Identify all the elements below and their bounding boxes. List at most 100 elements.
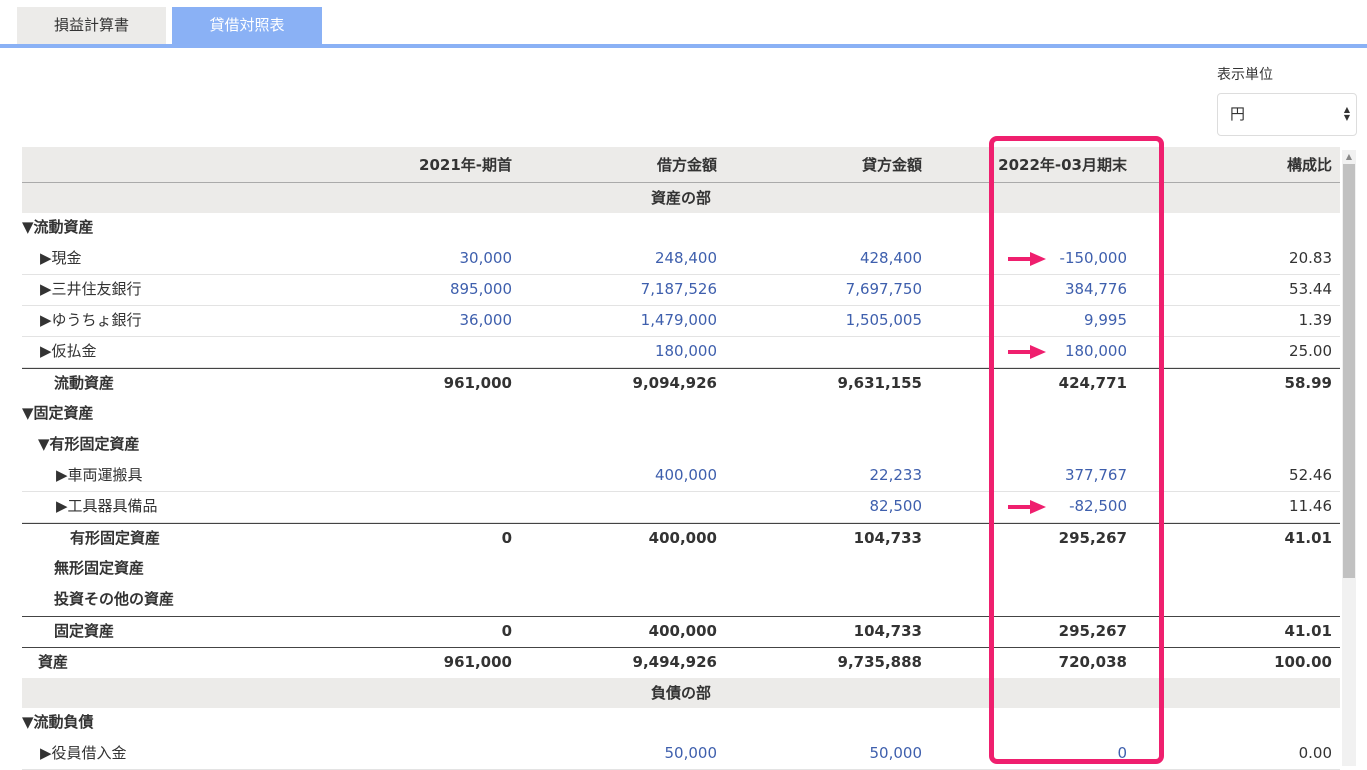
cell-debit[interactable]: 248,400	[655, 244, 717, 273]
cell-credit: 9,631,155	[837, 374, 922, 392]
section-label: 負債の部	[650, 684, 711, 702]
header-credit: 貸方金額	[861, 156, 922, 174]
cell-debit: 9,094,926	[632, 374, 717, 392]
cell-ratio: 20.83	[1289, 249, 1332, 267]
table-row: ▼固定資産	[22, 399, 1340, 430]
cell-credit[interactable]: 1,505,005	[846, 306, 922, 335]
cell-debit: 9,494,926	[632, 653, 717, 671]
cell-debit[interactable]: 7,187,526	[641, 275, 717, 304]
cell-closing: 295,267	[1058, 529, 1127, 547]
table-row: ▼流動資産	[22, 213, 1340, 244]
cell-ratio: 25.00	[1289, 342, 1332, 360]
table-row: 固定資産 0 400,000 104,733 295,267 41.01	[22, 616, 1340, 647]
unit-select[interactable]: 円 ▲ ▼	[1217, 93, 1357, 136]
cell-ratio: 58.99	[1284, 374, 1332, 392]
scroll-up-icon[interactable]: ▲	[1342, 152, 1356, 162]
cell-debit: 400,000	[648, 529, 717, 547]
section-row: 負債の部	[22, 678, 1340, 708]
row-label[interactable]: ▶現金	[40, 244, 82, 273]
section-row: 資産の部	[22, 183, 1340, 213]
row-label[interactable]: ▼有形固定資産	[38, 430, 140, 459]
row-label: 投資その他の資産	[54, 590, 175, 608]
account-row[interactable]: ▶役員借入金 50,000 50,000 0 0.00	[22, 739, 1340, 770]
cell-opening: 961,000	[443, 653, 512, 671]
account-row[interactable]: ▶三井住友銀行 895,000 7,187,526 7,697,750 384,776 5…	[22, 275, 1340, 306]
tab-balance-sheet[interactable]: 貸借対照表	[172, 7, 322, 45]
cell-closing: 295,267	[1058, 622, 1127, 640]
table-row: 無形固定資産	[22, 554, 1340, 585]
cell-ratio: 41.01	[1284, 529, 1332, 547]
tab-underline	[0, 44, 1367, 48]
scroll-thumb[interactable]	[1343, 164, 1355, 578]
cell-opening: 0	[501, 529, 512, 547]
cell-closing[interactable]: 9,995	[1084, 306, 1127, 335]
cell-credit[interactable]: 428,400	[860, 244, 922, 273]
table-row: 有形固定資産 0 400,000 104,733 295,267 41.01	[22, 523, 1340, 554]
cell-debit[interactable]: 50,000	[665, 739, 718, 768]
cell-debit: 400,000	[648, 622, 717, 640]
cell-closing: 720,038	[1058, 653, 1127, 671]
header-debit: 借方金額	[656, 156, 717, 174]
cell-debit[interactable]: 180,000	[655, 337, 717, 366]
row-label: 資産	[38, 653, 69, 671]
pink-arrow-icon	[1008, 252, 1046, 266]
row-label[interactable]: ▶三井住友銀行	[40, 275, 142, 304]
row-label[interactable]: ▶仮払金	[40, 337, 97, 366]
cell-credit: 9,735,888	[837, 653, 922, 671]
updown-arrows-icon: ▲ ▼	[1343, 105, 1350, 122]
unit-label: 表示単位	[1217, 67, 1273, 83]
cell-credit[interactable]: 7,697,750	[846, 275, 922, 304]
cell-closing[interactable]: -82,500	[1069, 492, 1127, 521]
row-label[interactable]: ▶ゆうちょ銀行	[40, 306, 142, 335]
table-row: 投資その他の資産	[22, 585, 1340, 616]
cell-ratio: 52.46	[1289, 466, 1332, 484]
cell-opening[interactable]: 30,000	[460, 244, 513, 273]
table-row: ▼流動負債	[22, 708, 1340, 739]
row-label: 固定資産	[54, 622, 115, 640]
row-label: 無形固定資産	[54, 559, 145, 577]
cell-closing[interactable]: 180,000	[1065, 337, 1127, 366]
cell-debit[interactable]: 1,479,000	[641, 306, 717, 335]
cell-opening[interactable]: 895,000	[450, 275, 512, 304]
cell-ratio: 100.00	[1274, 653, 1332, 671]
row-label[interactable]: ▼流動負債	[22, 708, 94, 737]
cell-closing[interactable]: -150,000	[1060, 244, 1127, 273]
table-row: ▼有形固定資産	[22, 430, 1340, 461]
cell-ratio: 1.39	[1298, 311, 1332, 329]
account-row[interactable]: ▶車両運搬具 400,000 22,233 377,767 52.46	[22, 461, 1340, 492]
account-row[interactable]: ▶現金 30,000 248,400 428,400 -150,000 20.83	[22, 244, 1340, 275]
cell-credit[interactable]: 22,233	[870, 461, 923, 490]
cell-credit[interactable]: 82,500	[870, 492, 923, 521]
header-opening: 2021年-期首	[419, 156, 512, 174]
row-label: 有形固定資産	[70, 529, 161, 547]
header-closing: 2022年-03月期末	[998, 156, 1127, 174]
balance-sheet-table: 2021年-期首 借方金額 貸方金額 2022年-03月期末 構成比 資産の部 ▼…	[22, 147, 1340, 770]
cell-credit[interactable]: 50,000	[870, 739, 923, 768]
pink-arrow-icon	[1008, 345, 1046, 359]
row-label: 流動資産	[54, 374, 115, 392]
cell-ratio: 0.00	[1298, 744, 1332, 762]
pink-arrow-icon	[1008, 500, 1046, 514]
row-label[interactable]: ▼固定資産	[22, 399, 94, 428]
row-label[interactable]: ▶車両運搬具	[56, 461, 143, 490]
cell-closing[interactable]: 377,767	[1065, 461, 1127, 490]
account-row[interactable]: ▶ゆうちょ銀行 36,000 1,479,000 1,505,005 9,995 1.39	[22, 306, 1340, 337]
cell-credit: 104,733	[853, 529, 922, 547]
cell-closing[interactable]: 0	[1117, 739, 1127, 768]
table-row: 資産 961,000 9,494,926 9,735,888 720,038 100.00	[22, 647, 1340, 678]
vertical-scrollbar[interactable]: ▲	[1342, 150, 1356, 766]
cell-credit: 104,733	[853, 622, 922, 640]
row-label[interactable]: ▶工具器具備品	[56, 492, 158, 521]
cell-closing[interactable]: 384,776	[1065, 275, 1127, 304]
cell-opening[interactable]: 36,000	[460, 306, 513, 335]
cell-ratio: 41.01	[1284, 622, 1332, 640]
cell-ratio: 11.46	[1289, 497, 1332, 515]
table-row: 流動資産 961,000 9,094,926 9,631,155 424,771 58.9…	[22, 368, 1340, 399]
unit-selected-value: 円	[1230, 105, 1246, 123]
row-label[interactable]: ▼流動資産	[22, 213, 94, 242]
account-row[interactable]: ▶仮払金 180,000 180,000 25.00	[22, 337, 1340, 368]
row-label[interactable]: ▶役員借入金	[40, 739, 127, 768]
tab-profit-loss[interactable]: 損益計算書	[17, 7, 166, 45]
cell-debit[interactable]: 400,000	[655, 461, 717, 490]
account-row[interactable]: ▶工具器具備品 82,500 -82,500 11.46	[22, 492, 1340, 523]
